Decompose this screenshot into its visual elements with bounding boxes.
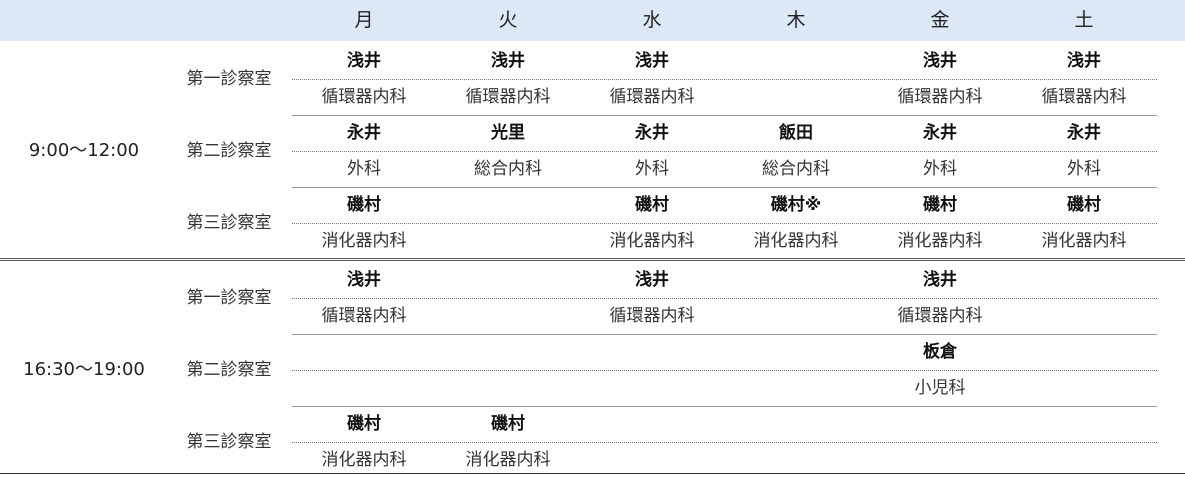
doctor-name: 浅井 <box>1067 51 1101 71</box>
department-name <box>292 370 436 406</box>
day-header-4: 金 <box>930 9 950 31</box>
session-time: 9:00～12:00 <box>28 140 140 161</box>
session-time: 16:30～19:00 <box>23 359 145 380</box>
room-label: 第三診察室 <box>186 213 272 233</box>
doctor-name: 永井 <box>1067 123 1101 143</box>
row-divider-dotted <box>292 442 1157 443</box>
department-name <box>1012 298 1156 334</box>
doctor-name <box>1012 406 1156 442</box>
doctor-name: 浅井 <box>635 270 669 290</box>
department-name: 外科 <box>635 159 669 179</box>
doctor-name: 磯村 <box>347 414 381 434</box>
row-divider-dotted <box>292 370 1157 371</box>
doctor-name <box>724 406 868 442</box>
room-label: 第一診察室 <box>186 288 272 308</box>
doctor-name: 磯村 <box>347 195 381 215</box>
session-divider <box>0 258 1185 261</box>
department-name: 循環器内科 <box>897 87 983 107</box>
doctor-name <box>580 406 724 442</box>
department-name: 循環器内科 <box>1041 87 1127 107</box>
doctor-name: 浅井 <box>491 51 525 71</box>
department-name <box>724 298 868 334</box>
row-divider-dotted <box>292 223 1157 224</box>
doctor-name: 永井 <box>923 123 957 143</box>
day-header-0: 月 <box>354 9 374 31</box>
doctor-name: 浅井 <box>347 270 381 290</box>
department-name: 循環器内科 <box>609 87 695 107</box>
doctor-name <box>1012 262 1156 298</box>
department-name: 総合内科 <box>474 159 542 179</box>
doctor-name <box>724 262 868 298</box>
doctor-name <box>1012 334 1156 370</box>
department-name <box>724 79 868 115</box>
day-header-1: 火 <box>498 9 518 31</box>
room-label: 第二診察室 <box>186 141 272 161</box>
doctor-name: 永井 <box>347 123 381 143</box>
doctor-name: 浅井 <box>347 51 381 71</box>
room-label: 第二診察室 <box>186 360 272 380</box>
row-divider-dotted <box>292 151 1157 152</box>
department-name <box>1012 370 1156 406</box>
doctor-name: 磯村 <box>491 414 525 434</box>
row-divider-dotted <box>292 79 1157 80</box>
department-name: 総合内科 <box>762 159 830 179</box>
day-header-2: 水 <box>642 9 662 31</box>
doctor-name: 磯村※ <box>770 195 822 215</box>
doctor-name: 飯田 <box>779 123 813 143</box>
doctor-name <box>436 187 580 223</box>
department-name: 消化器内科 <box>609 231 695 251</box>
department-name: 循環器内科 <box>321 87 407 107</box>
room-label: 第三診察室 <box>186 432 272 452</box>
department-name: 消化器内科 <box>321 231 407 251</box>
table-bottom-border <box>0 473 1185 474</box>
department-name: 循環器内科 <box>609 306 695 326</box>
room-label: 第一診察室 <box>186 69 272 89</box>
department-name <box>436 223 580 259</box>
department-name <box>580 370 724 406</box>
department-name: 外科 <box>923 159 957 179</box>
day-header-3: 木 <box>786 9 806 31</box>
department-name: 外科 <box>347 159 381 179</box>
doctor-name: 板倉 <box>923 342 957 362</box>
day-header-5: 土 <box>1074 9 1094 31</box>
doctor-name <box>724 43 868 79</box>
department-name: 循環器内科 <box>897 306 983 326</box>
department-name: 消化器内科 <box>897 231 983 251</box>
department-name: 消化器内科 <box>1041 231 1127 251</box>
department-name: 外科 <box>1067 159 1101 179</box>
doctor-name <box>580 334 724 370</box>
doctor-name: 磯村 <box>1067 195 1101 215</box>
department-name: 小児科 <box>914 378 966 398</box>
doctor-name: 磯村 <box>923 195 957 215</box>
doctor-name: 永井 <box>635 123 669 143</box>
doctor-name <box>868 406 1012 442</box>
doctor-name: 浅井 <box>923 51 957 71</box>
department-name <box>724 370 868 406</box>
doctor-name <box>292 334 436 370</box>
department-name: 循環器内科 <box>321 306 407 326</box>
department-name: 消化器内科 <box>753 231 839 251</box>
doctor-name: 浅井 <box>635 51 669 71</box>
doctor-name <box>436 334 580 370</box>
doctor-name <box>724 334 868 370</box>
doctor-name: 光里 <box>491 123 525 143</box>
doctor-name <box>436 262 580 298</box>
doctor-name: 浅井 <box>923 270 957 290</box>
department-name: 循環器内科 <box>465 87 551 107</box>
row-divider-dotted <box>292 298 1157 299</box>
department-name <box>436 298 580 334</box>
doctor-name: 磯村 <box>635 195 669 215</box>
department-name <box>436 370 580 406</box>
